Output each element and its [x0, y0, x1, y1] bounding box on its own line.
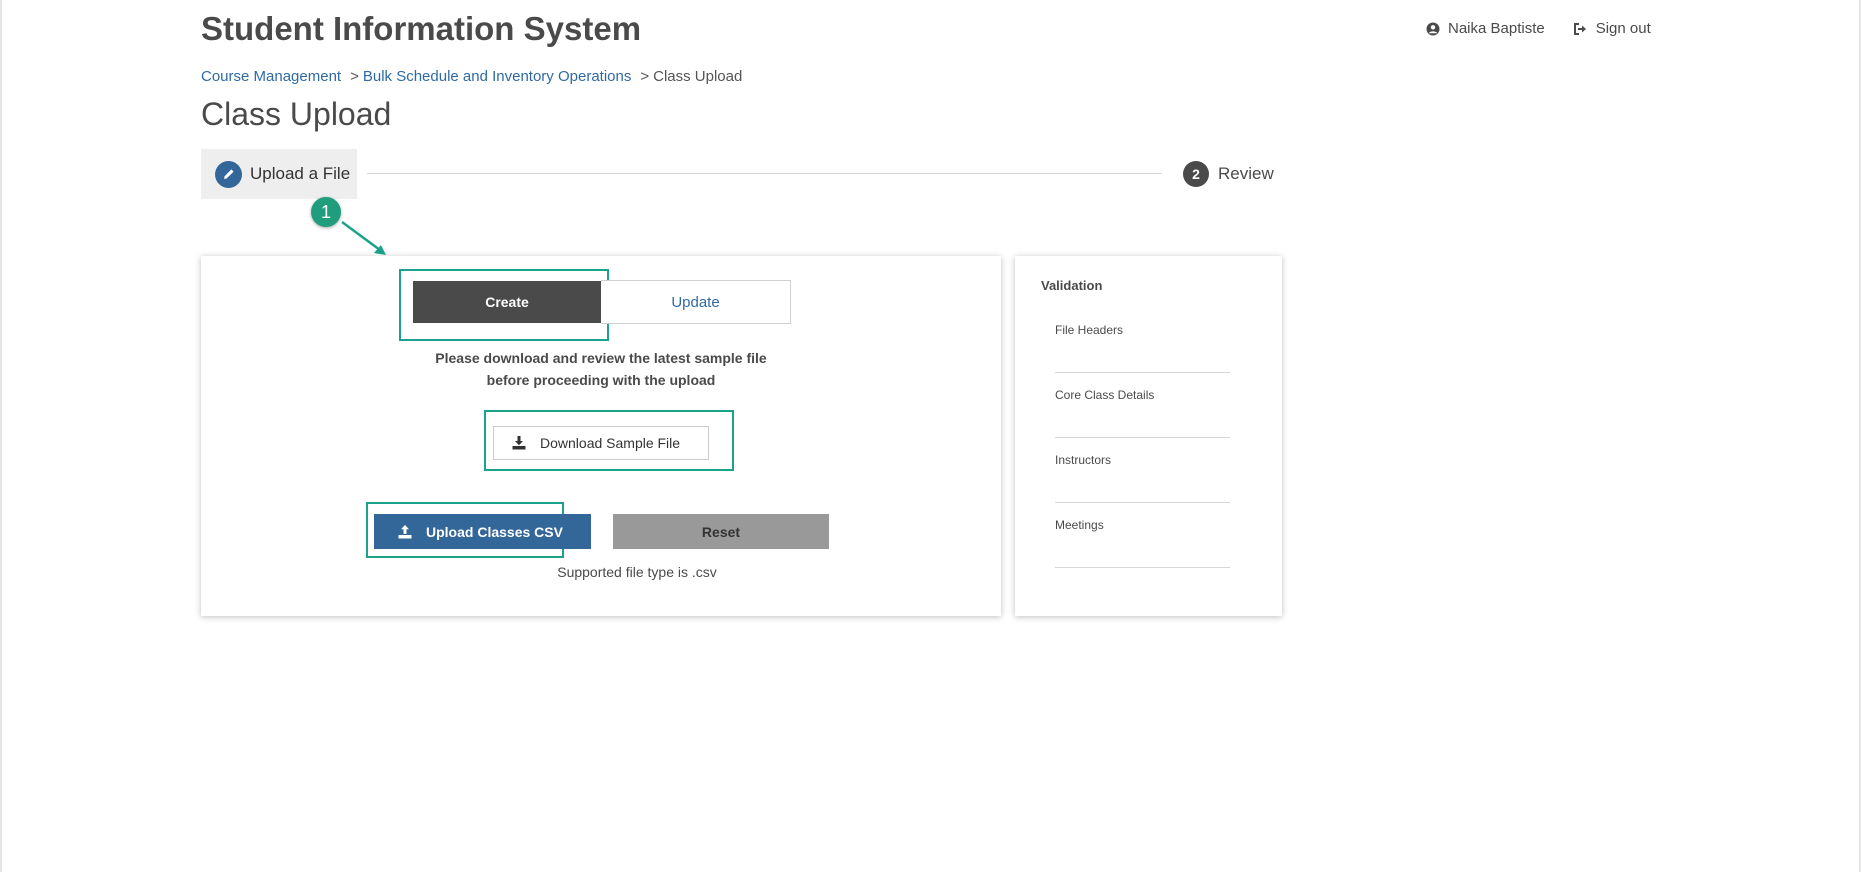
validation-title: Validation	[1041, 278, 1103, 293]
stepper-connector	[367, 173, 1162, 174]
stepper: Upload a File 2 Review	[201, 149, 1281, 199]
download-label: Download Sample File	[540, 435, 681, 451]
breadcrumb-separator: >	[350, 68, 359, 85]
validation-panel: Validation File Headers Core Class Detai…	[1015, 256, 1282, 616]
validation-item: File Headers	[1055, 308, 1230, 373]
user-menu[interactable]: Naika Baptiste	[1426, 20, 1545, 37]
annotation-arrow-icon	[341, 220, 386, 255]
pencil-icon	[215, 160, 242, 188]
sign-out-icon	[1573, 22, 1586, 35]
upload-label: Upload Classes CSV	[426, 523, 563, 540]
page-border-left	[0, 0, 2, 872]
validation-item: Meetings	[1055, 503, 1230, 568]
page-title: Class Upload	[201, 96, 392, 132]
upload-panel: Create Update Please download and review…	[201, 256, 1001, 616]
sign-out-link[interactable]: Sign out	[1573, 20, 1651, 37]
user-circle-icon	[1426, 22, 1440, 35]
validation-item: Core Class Details	[1055, 373, 1230, 438]
instruction-line-2: before proceeding with the upload	[486, 372, 716, 388]
breadcrumb-bulk-operations[interactable]: Bulk Schedule and Inventory Operations	[363, 68, 632, 85]
upload-icon	[398, 524, 412, 538]
validation-item: Instructors	[1055, 438, 1230, 503]
breadcrumb-separator: >	[640, 68, 650, 85]
instruction-text: Please download and review the latest sa…	[201, 347, 1001, 391]
breadcrumb-current: Class Upload	[653, 68, 743, 85]
step-upload-a-file[interactable]: Upload a File	[201, 149, 357, 199]
annotation-badge-1: 1	[311, 197, 341, 227]
step-label: Upload a File	[250, 164, 351, 183]
reset-button[interactable]: Reset	[613, 514, 829, 549]
supported-file-type: Supported file type is .csv	[557, 564, 717, 580]
validation-list: File Headers Core Class Details Instruct…	[1055, 308, 1230, 568]
sign-out-label: Sign out	[1595, 20, 1651, 37]
create-button[interactable]: Create	[413, 281, 601, 323]
step-number: 2	[1183, 161, 1209, 187]
breadcrumb-course-management[interactable]: Course Management	[201, 68, 341, 85]
step-label: Review	[1218, 164, 1274, 183]
update-button[interactable]: Update	[601, 280, 791, 324]
download-icon	[512, 436, 526, 450]
download-sample-file-button[interactable]: Download Sample File	[493, 426, 709, 460]
breadcrumb: Course Management > Bulk Schedule and In…	[201, 68, 742, 85]
step-review[interactable]: 2 Review	[1183, 161, 1274, 187]
user-name: Naika Baptiste	[1448, 20, 1545, 37]
instruction-line-1: Please download and review the latest sa…	[435, 350, 767, 366]
user-nav: Naika Baptiste Sign out	[1426, 20, 1651, 37]
app-title: Student Information System	[201, 10, 642, 47]
upload-classes-csv-button[interactable]: Upload Classes CSV	[374, 514, 591, 549]
